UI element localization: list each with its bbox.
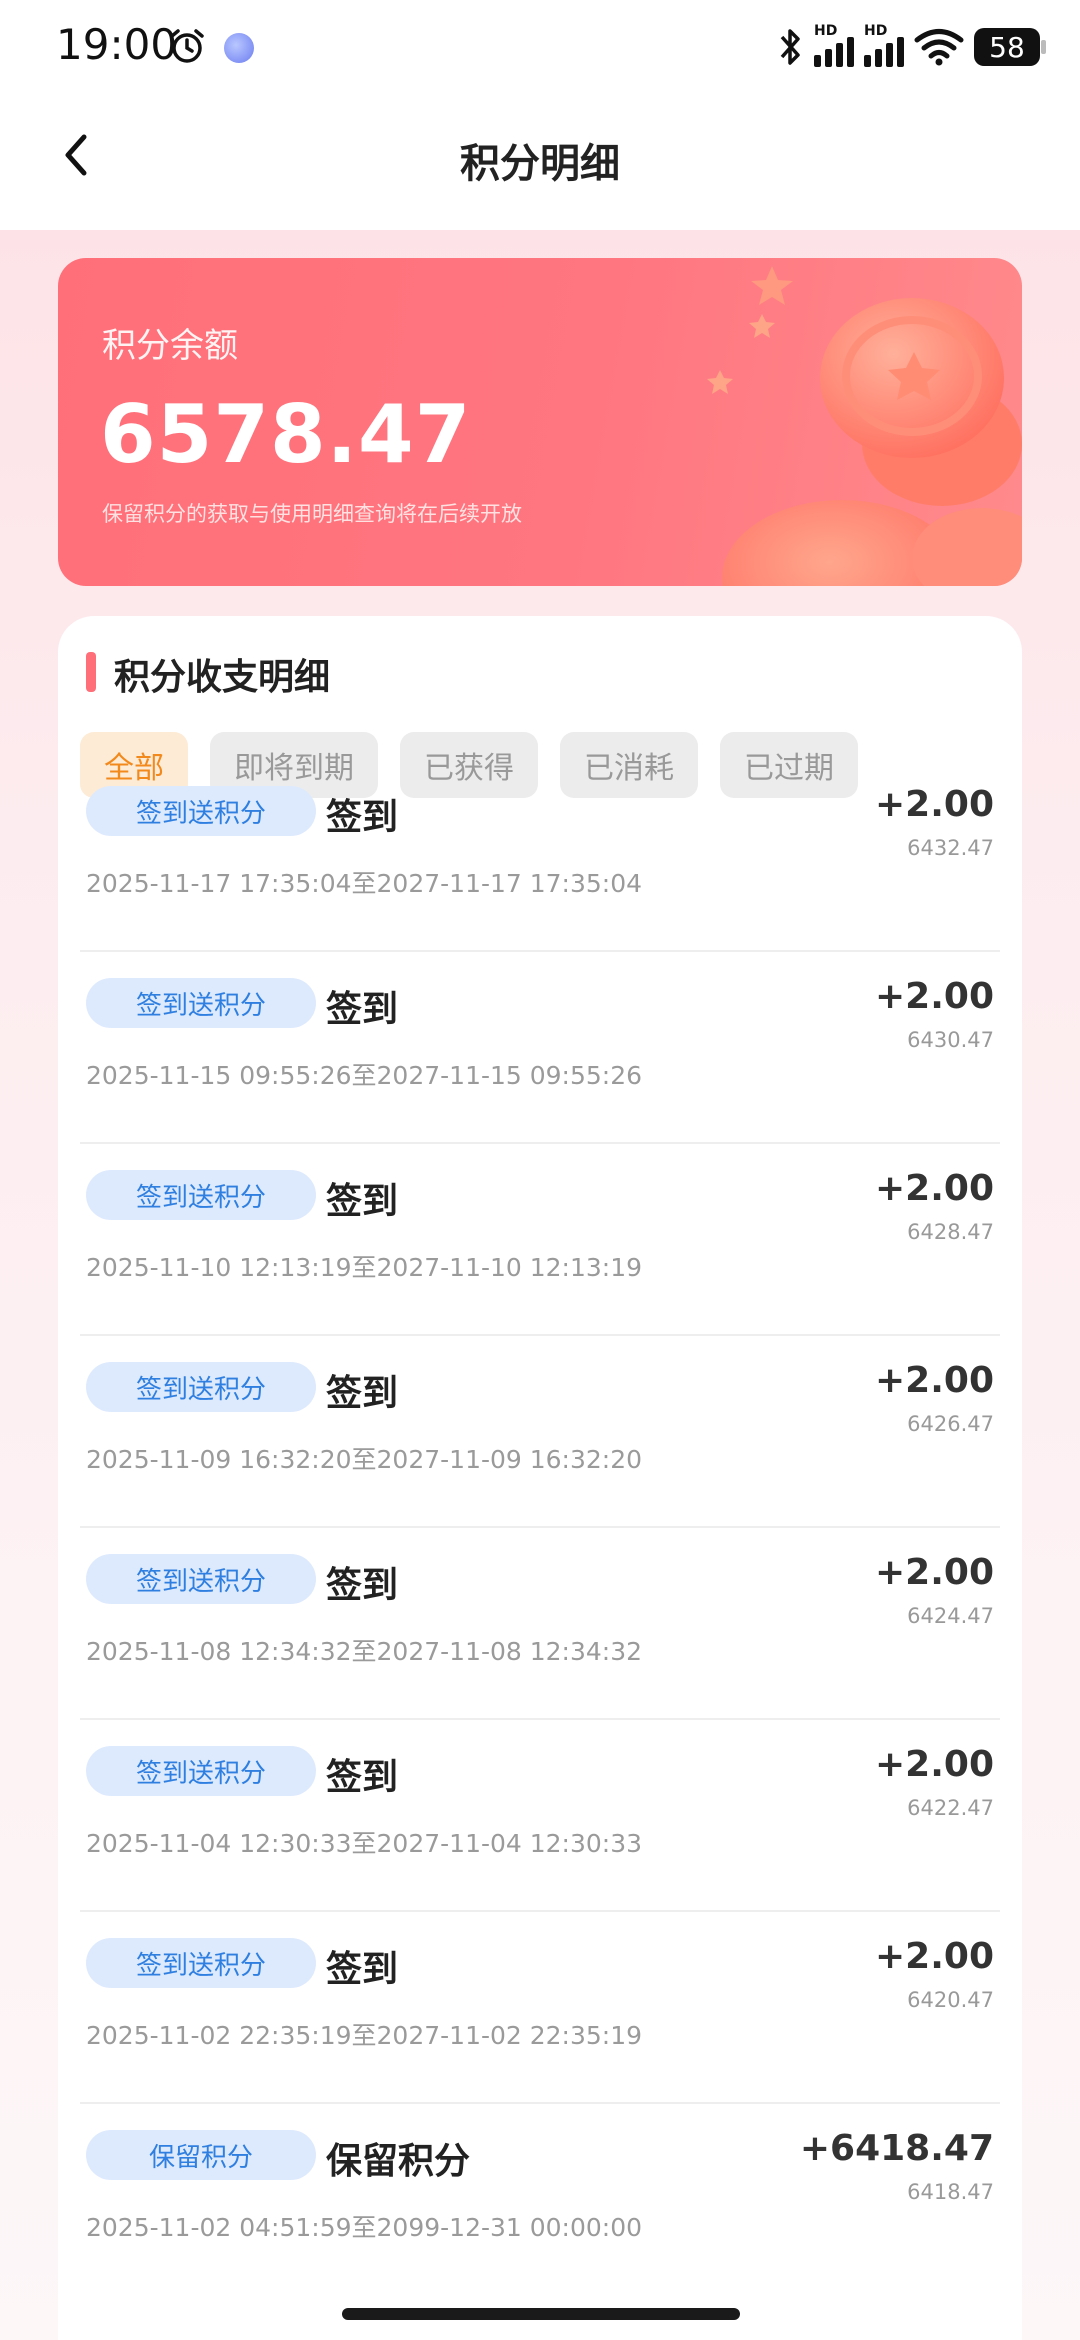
record-type-badge: 签到送积分	[86, 1362, 316, 1412]
status-bar: 19:00 HD HD 58	[0, 0, 1080, 95]
record-amount: +2.00	[875, 1744, 994, 1785]
record-validity: 2025-11-02 22:35:19至2027-11-02 22:35:19	[86, 2021, 643, 2050]
balance-card: 积分余额 6578.47 保留积分的获取与使用明细查询将在后续开放	[58, 258, 1022, 586]
record-type-badge: 签到送积分	[86, 1938, 316, 1988]
balance-note: 保留积分的获取与使用明细查询将在后续开放	[102, 502, 522, 526]
record-row[interactable]: 签到送积分 签到 +2.00 6424.47 2025-11-08 12:34:…	[80, 1528, 1000, 1720]
record-type-badge: 签到送积分	[86, 1746, 316, 1796]
record-amount: +2.00	[875, 784, 994, 825]
record-type-badge: 签到送积分	[86, 1170, 316, 1220]
record-balance: 6426.47	[907, 1412, 994, 1436]
status-icons: HD HD 58	[776, 22, 1046, 72]
record-validity: 2025-11-04 12:30:33至2027-11-04 12:30:33	[86, 1829, 643, 1858]
record-balance: 6424.47	[907, 1604, 994, 1628]
record-row[interactable]: 签到送积分 签到 +2.00 6420.47 2025-11-02 22:35:…	[80, 1912, 1000, 2104]
filter-tab-expired[interactable]: 已过期	[720, 732, 858, 798]
record-amount: +2.00	[875, 976, 994, 1017]
alarm-icon	[170, 29, 204, 63]
wifi-icon	[914, 29, 964, 66]
record-validity: 2025-11-15 09:55:26至2027-11-15 09:55:26	[86, 1061, 643, 1090]
record-balance: 6420.47	[907, 1988, 994, 2012]
status-time: 19:00	[56, 20, 178, 69]
record-amount: +2.00	[875, 1552, 994, 1593]
record-balance: 6432.47	[907, 836, 994, 860]
record-title: 签到	[326, 1565, 399, 1606]
record-balance: 6418.47	[907, 2180, 994, 2204]
signal-hd-icon: HD	[814, 23, 854, 67]
home-indicator[interactable]	[342, 2308, 740, 2320]
hd-label: HD	[814, 23, 838, 39]
points-details-panel: 积分收支明细 全部 即将到期 已获得 已消耗 已过期 签到送积分 签到 +2.0…	[58, 616, 1022, 2340]
signal-hd-icon: HD	[864, 23, 904, 67]
record-type-badge: 保留积分	[86, 2130, 316, 2180]
points-detail-screen: 19:00 HD HD 58 积分明细 积分余额 6578.47 保留积分的获取…	[0, 0, 1080, 2340]
record-balance: 6430.47	[907, 1028, 994, 1052]
record-row[interactable]: 签到送积分 签到 +2.00 6422.47 2025-11-04 12:30:…	[80, 1720, 1000, 1912]
balance-value: 6578.47	[100, 388, 472, 481]
navigation-bar: 积分明细	[0, 95, 1080, 230]
app-notification-icon	[224, 33, 254, 63]
balance-label: 积分余额	[102, 326, 238, 366]
record-validity: 2025-11-10 12:13:19至2027-11-10 12:13:19	[86, 1253, 643, 1282]
bluetooth-icon	[780, 29, 800, 65]
record-row[interactable]: 保留积分 保留积分 +6418.47 6418.47 2025-11-02 04…	[80, 2104, 1000, 2296]
filter-tab-spent[interactable]: 已消耗	[560, 732, 698, 798]
record-validity: 2025-11-02 04:51:59至2099-12-31 00:00:00	[86, 2213, 643, 2242]
record-validity: 2025-11-09 16:32:20至2027-11-09 16:32:20	[86, 1445, 643, 1474]
record-title: 签到	[326, 1757, 399, 1798]
record-validity: 2025-11-08 12:34:32至2027-11-08 12:34:32	[86, 1637, 643, 1666]
records-list: 签到送积分 签到 +2.00 6432.47 2025-11-17 17:35:…	[80, 784, 1000, 2296]
record-row[interactable]: 签到送积分 签到 +2.00 6430.47 2025-11-15 09:55:…	[80, 952, 1000, 1144]
record-validity: 2025-11-17 17:35:04至2027-11-17 17:35:04	[86, 869, 643, 898]
record-title: 签到	[326, 1373, 399, 1414]
record-balance: 6428.47	[907, 1220, 994, 1244]
record-type-badge: 签到送积分	[86, 786, 316, 836]
record-row[interactable]: 签到送积分 签到 +2.00 6426.47 2025-11-09 16:32:…	[80, 1336, 1000, 1528]
record-title: 签到	[326, 989, 399, 1030]
record-title: 签到	[326, 1181, 399, 1222]
record-title: 签到	[326, 1949, 399, 1990]
coins-illustration	[707, 266, 1022, 586]
record-amount: +2.00	[875, 1936, 994, 1977]
record-type-badge: 签到送积分	[86, 978, 316, 1028]
record-title: 签到	[326, 797, 399, 838]
record-title: 保留积分	[326, 2141, 471, 2182]
battery-icon: 58	[974, 28, 1046, 66]
section-title: 积分收支明细	[114, 657, 331, 698]
record-row[interactable]: 签到送积分 签到 +2.00 6428.47 2025-11-10 12:13:…	[80, 1144, 1000, 1336]
page-title: 积分明细	[460, 141, 620, 187]
filter-tab-earned[interactable]: 已获得	[400, 732, 538, 798]
section-accent-bar	[86, 652, 96, 692]
record-amount: +6418.47	[799, 2128, 994, 2169]
record-row[interactable]: 签到送积分 签到 +2.00 6432.47 2025-11-17 17:35:…	[80, 784, 1000, 952]
record-balance: 6422.47	[907, 1796, 994, 1820]
record-amount: +2.00	[875, 1168, 994, 1209]
hd-label: HD	[864, 23, 888, 39]
record-type-badge: 签到送积分	[86, 1554, 316, 1604]
record-amount: +2.00	[875, 1360, 994, 1401]
